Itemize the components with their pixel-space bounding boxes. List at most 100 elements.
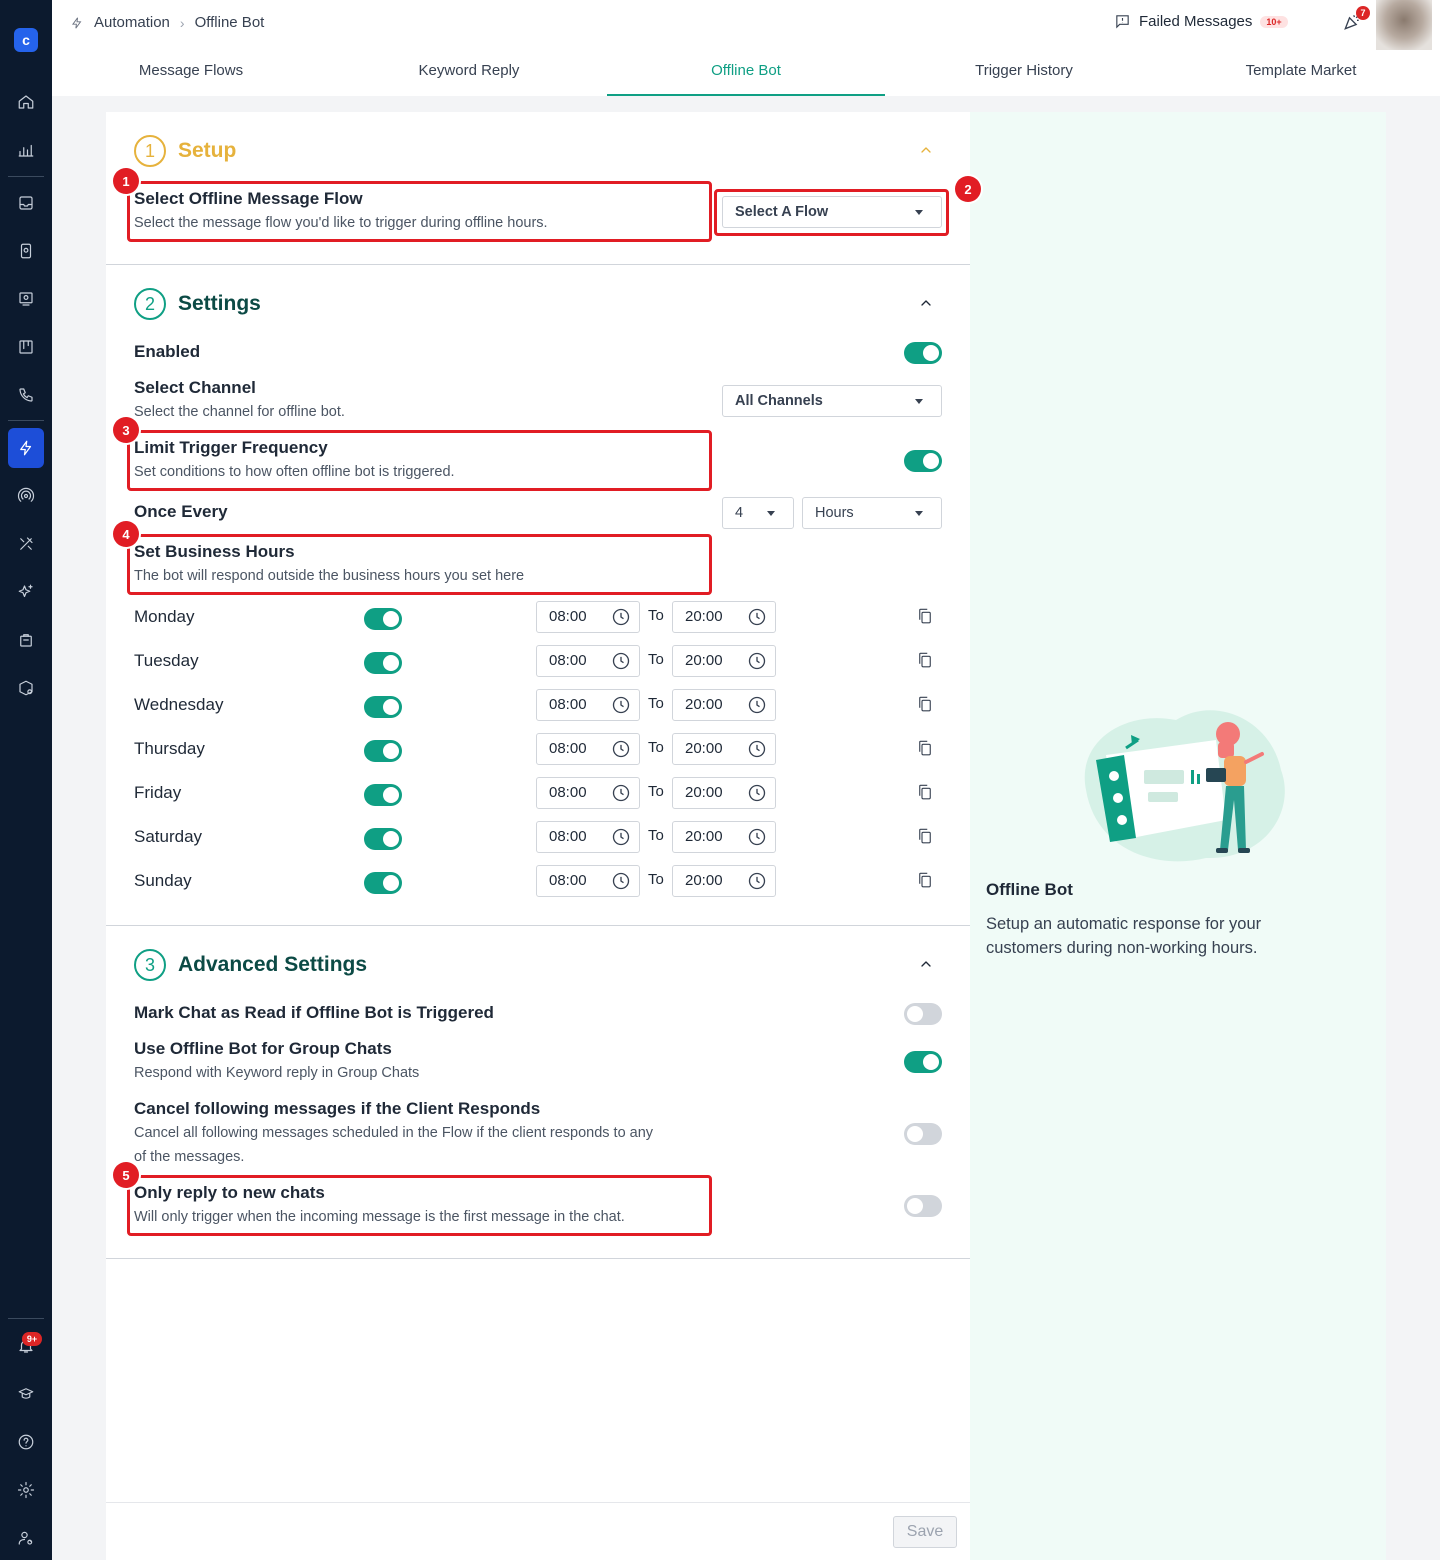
settings-icon[interactable] bbox=[0, 1470, 52, 1510]
end-time-input[interactable]: 20:00 bbox=[672, 733, 776, 765]
board-icon[interactable] bbox=[0, 327, 52, 367]
group-chats-description: Respond with Keyword reply in Group Chat… bbox=[134, 1065, 420, 1081]
settings-step-number: 2 bbox=[134, 288, 166, 320]
analytics-icon[interactable] bbox=[0, 130, 52, 170]
start-time-input[interactable]: 08:00 bbox=[536, 733, 640, 765]
start-time-input[interactable]: 08:00 bbox=[536, 689, 640, 721]
setup-step-number: 1 bbox=[134, 135, 166, 167]
app-logo[interactable]: c bbox=[14, 28, 38, 52]
start-time-value: 08:00 bbox=[549, 608, 587, 625]
copy-icon[interactable] bbox=[916, 607, 936, 627]
learning-icon[interactable] bbox=[0, 1374, 52, 1414]
group-chats-toggle[interactable] bbox=[904, 1051, 942, 1073]
collapse-settings-button[interactable] bbox=[918, 295, 938, 315]
enabled-toggle[interactable] bbox=[904, 342, 942, 364]
end-time-input[interactable]: 20:00 bbox=[672, 821, 776, 853]
breadcrumb-current: Offline Bot bbox=[194, 14, 265, 31]
to-label: To bbox=[648, 783, 664, 800]
day-toggle[interactable] bbox=[364, 696, 402, 718]
announcement-button[interactable]: 7 bbox=[1342, 6, 1370, 34]
day-name: Friday bbox=[134, 783, 182, 802]
save-button[interactable]: Save bbox=[893, 1516, 957, 1548]
marker-3: 3 bbox=[113, 417, 139, 443]
day-toggle[interactable] bbox=[364, 872, 402, 894]
channel-description: Select the channel for offline bot. bbox=[134, 404, 345, 420]
frequency-count-select[interactable]: 4 bbox=[722, 497, 794, 529]
contacts-icon[interactable] bbox=[0, 231, 52, 271]
signal-icon[interactable] bbox=[0, 476, 52, 516]
frequency-count-value: 4 bbox=[735, 505, 744, 521]
start-time-input[interactable]: 08:00 bbox=[536, 601, 640, 633]
mark-read-toggle[interactable] bbox=[904, 1003, 942, 1025]
mark-read-label: Mark Chat as Read if Offline Bot is Trig… bbox=[134, 1003, 494, 1022]
advanced-section-header: 3 Advanced Settings bbox=[134, 949, 367, 981]
user-settings-icon[interactable] bbox=[0, 1518, 52, 1558]
cancel-messages-description: Cancel all following messages scheduled … bbox=[134, 1125, 654, 1141]
collapse-setup-button[interactable] bbox=[918, 142, 938, 162]
end-time-value: 20:00 bbox=[685, 828, 723, 845]
channel-select[interactable]: All Channels bbox=[722, 385, 942, 417]
broadcast-icon[interactable] bbox=[0, 279, 52, 319]
start-time-value: 08:00 bbox=[549, 652, 587, 669]
start-time-input[interactable]: 08:00 bbox=[536, 777, 640, 809]
copy-icon[interactable] bbox=[916, 871, 936, 891]
end-time-input[interactable]: 20:00 bbox=[672, 689, 776, 721]
day-toggle[interactable] bbox=[364, 608, 402, 630]
settings-section-header: 2 Settings bbox=[134, 288, 261, 320]
user-avatar[interactable] bbox=[1376, 0, 1432, 50]
tab-offline-bot[interactable]: Offline Bot bbox=[607, 48, 885, 96]
end-time-value: 20:00 bbox=[685, 652, 723, 669]
day-row: Saturday 08:00 To 20:00 bbox=[106, 819, 970, 859]
new-chats-toggle[interactable] bbox=[904, 1195, 942, 1217]
highlight-box-2 bbox=[714, 189, 949, 236]
start-time-input[interactable]: 08:00 bbox=[536, 645, 640, 677]
collapse-advanced-button[interactable] bbox=[918, 956, 938, 976]
tools-icon[interactable] bbox=[0, 524, 52, 564]
frequency-unit-select[interactable]: Hours bbox=[802, 497, 942, 529]
highlight-box-1 bbox=[127, 181, 712, 242]
copy-icon[interactable] bbox=[916, 651, 936, 671]
end-time-input[interactable]: 20:00 bbox=[672, 865, 776, 897]
copy-icon[interactable] bbox=[916, 827, 936, 847]
sidebar: c 9+ bbox=[0, 0, 52, 1560]
copy-icon[interactable] bbox=[916, 695, 936, 715]
end-time-value: 20:00 bbox=[685, 784, 723, 801]
end-time-input[interactable]: 20:00 bbox=[672, 645, 776, 677]
tab-trigger-history[interactable]: Trigger History bbox=[885, 48, 1163, 96]
start-time-value: 08:00 bbox=[549, 872, 587, 889]
tab-message-flows[interactable]: Message Flows bbox=[52, 48, 330, 96]
aside-description: Setup an automatic response for your cus… bbox=[986, 915, 1262, 957]
automation-icon[interactable] bbox=[8, 428, 44, 468]
limit-frequency-toggle[interactable] bbox=[904, 450, 942, 472]
marker-1: 1 bbox=[113, 168, 139, 194]
inbox-icon[interactable] bbox=[0, 183, 52, 223]
end-time-input[interactable]: 20:00 bbox=[672, 601, 776, 633]
package-settings-icon[interactable] bbox=[0, 668, 52, 708]
day-row: Thursday 08:00 To 20:00 bbox=[106, 731, 970, 771]
tab-template-market[interactable]: Template Market bbox=[1162, 48, 1440, 96]
tab-keyword-reply[interactable]: Keyword Reply bbox=[330, 48, 608, 96]
day-toggle[interactable] bbox=[364, 828, 402, 850]
chevron-right-icon: › bbox=[179, 14, 185, 31]
breadcrumb-root[interactable]: Automation bbox=[94, 14, 170, 31]
phone-icon[interactable] bbox=[0, 375, 52, 415]
ai-sparkle-icon[interactable] bbox=[0, 572, 52, 612]
start-time-input[interactable]: 08:00 bbox=[536, 821, 640, 853]
frequency-unit-value: Hours bbox=[815, 505, 854, 521]
day-toggle[interactable] bbox=[364, 784, 402, 806]
home-icon[interactable] bbox=[0, 82, 52, 122]
highlight-box-4 bbox=[127, 534, 712, 595]
day-toggle[interactable] bbox=[364, 652, 402, 674]
help-icon[interactable] bbox=[0, 1422, 52, 1462]
end-time-input[interactable]: 20:00 bbox=[672, 777, 776, 809]
to-label: To bbox=[648, 651, 664, 668]
failed-messages-button[interactable]: Failed Messages 10+ bbox=[1114, 13, 1288, 30]
enabled-label: Enabled bbox=[134, 342, 201, 361]
start-time-input[interactable]: 08:00 bbox=[536, 865, 640, 897]
copy-icon[interactable] bbox=[916, 739, 936, 759]
marker-4: 4 bbox=[113, 521, 139, 547]
copy-icon[interactable] bbox=[916, 783, 936, 803]
bag-icon[interactable] bbox=[0, 620, 52, 660]
day-toggle[interactable] bbox=[364, 740, 402, 762]
cancel-messages-toggle[interactable] bbox=[904, 1123, 942, 1145]
